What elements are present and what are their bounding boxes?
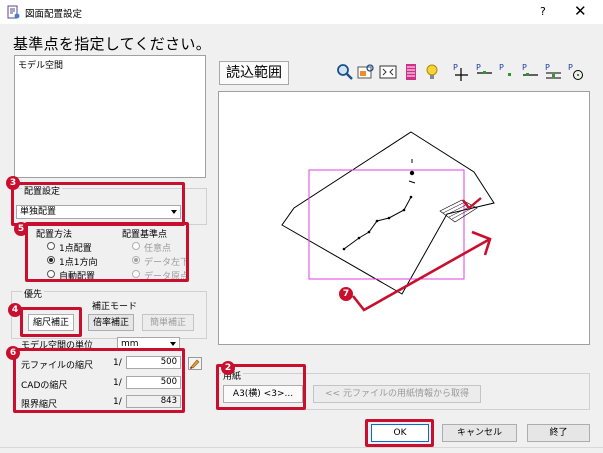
title-bar: 図面配置設定 ? ✕ (0, 0, 603, 24)
point-top-icon[interactable]: P (474, 62, 494, 82)
highlight-ok (365, 419, 434, 447)
drawing-preview (281, 131, 495, 312)
highlight-scales (13, 348, 185, 413)
highlight-scale-correction (20, 307, 82, 337)
zoom-extents-icon[interactable] (378, 62, 398, 82)
priority-label: 優先 (22, 287, 45, 300)
simple-correction-button[interactable]: 簡単補正 (142, 314, 194, 331)
step-badge-3: 3 (6, 176, 20, 190)
svg-text:P: P (522, 63, 527, 72)
exit-button[interactable]: 終了 (527, 424, 590, 442)
cancel-button[interactable]: キャンセル (442, 424, 517, 442)
footer-separator (0, 447, 603, 448)
zoom-window-icon[interactable] (356, 62, 376, 82)
get-paper-info-button[interactable]: << 元ファイルの用紙情報から取得 (313, 385, 481, 403)
help-button[interactable]: ? (540, 5, 546, 18)
highlight-placement-setting (11, 182, 185, 226)
svg-text:P: P (453, 63, 458, 72)
svg-text:P: P (476, 63, 481, 72)
step-badge-5: 5 (14, 222, 28, 236)
ratio-correction-button[interactable]: 倍率補正 (88, 314, 134, 331)
load-range-button[interactable]: 読込範囲 (219, 61, 289, 85)
layer-icon[interactable] (401, 62, 421, 82)
svg-text:P: P (499, 63, 504, 72)
space-list[interactable]: モデル空間 (14, 55, 206, 178)
point-circle-icon[interactable]: P (566, 62, 586, 82)
point-cross-icon[interactable]: P (451, 62, 471, 82)
scale-edit-icon[interactable] (188, 357, 202, 370)
close-window-button[interactable]: ✕ (574, 2, 587, 20)
preview-canvas[interactable] (218, 91, 590, 345)
instruction-text: 基準点を指定してください。 (13, 35, 212, 53)
window-title: 図面配置設定 (25, 9, 83, 20)
correction-mode-label: 補正モード (92, 302, 138, 312)
list-item[interactable]: モデル空間 (18, 58, 63, 71)
step-badge-2: 2 (221, 361, 235, 375)
highlight-placement-method (25, 222, 189, 282)
bulb-icon[interactable] (422, 62, 442, 82)
step-badge-6: 6 (6, 346, 20, 360)
zoom-icon[interactable] (335, 62, 355, 82)
point-bottom-icon[interactable]: P (543, 62, 563, 82)
chevron-down-icon (170, 342, 176, 346)
point-right-icon[interactable]: P (497, 62, 517, 82)
app-icon (7, 5, 20, 19)
svg-text:P: P (545, 63, 550, 72)
step-badge-4: 4 (8, 303, 22, 317)
step-badge-7: 7 (339, 287, 353, 301)
svg-text:P: P (568, 63, 573, 72)
point-left-icon[interactable]: P (520, 62, 540, 82)
